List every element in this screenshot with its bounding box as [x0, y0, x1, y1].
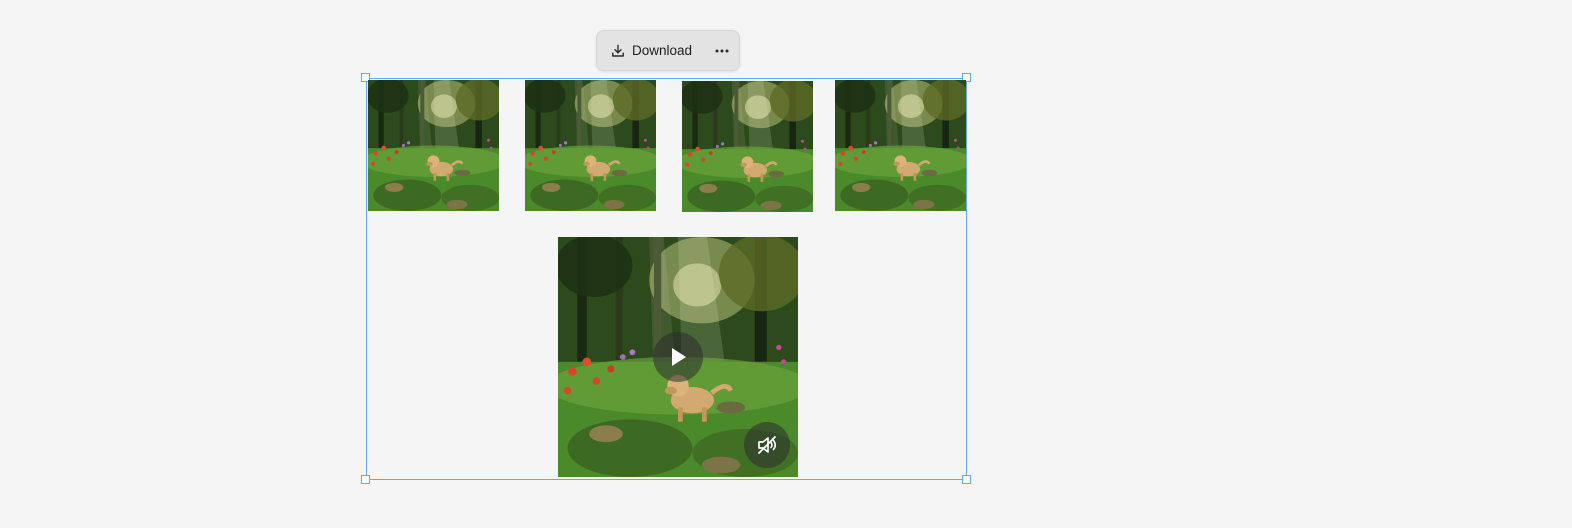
download-button[interactable]: Download — [597, 31, 702, 70]
forest-dog-image — [525, 80, 656, 211]
image-thumbnail-4[interactable] — [835, 80, 966, 211]
forest-dog-image — [368, 80, 499, 211]
mute-toggle-button[interactable] — [744, 422, 790, 468]
canvas: Download — [0, 0, 1572, 528]
download-icon — [612, 44, 624, 57]
video-player[interactable] — [558, 237, 798, 477]
volume-muted-icon — [758, 436, 777, 454]
image-thumbnail-2[interactable] — [525, 80, 656, 211]
more-horizontal-icon — [715, 49, 729, 52]
forest-dog-image — [835, 80, 966, 211]
resize-handle-bottom-left[interactable] — [361, 475, 370, 484]
play-icon — [672, 348, 686, 366]
forest-dog-image — [682, 81, 813, 212]
floating-toolbar: Download — [596, 30, 740, 71]
more-options-button[interactable] — [708, 37, 736, 65]
resize-handle-bottom-right[interactable] — [962, 475, 971, 484]
play-button[interactable] — [653, 332, 703, 382]
download-label: Download — [632, 43, 693, 58]
image-thumbnail-3[interactable] — [682, 81, 813, 212]
image-thumbnail-1[interactable] — [368, 80, 499, 211]
